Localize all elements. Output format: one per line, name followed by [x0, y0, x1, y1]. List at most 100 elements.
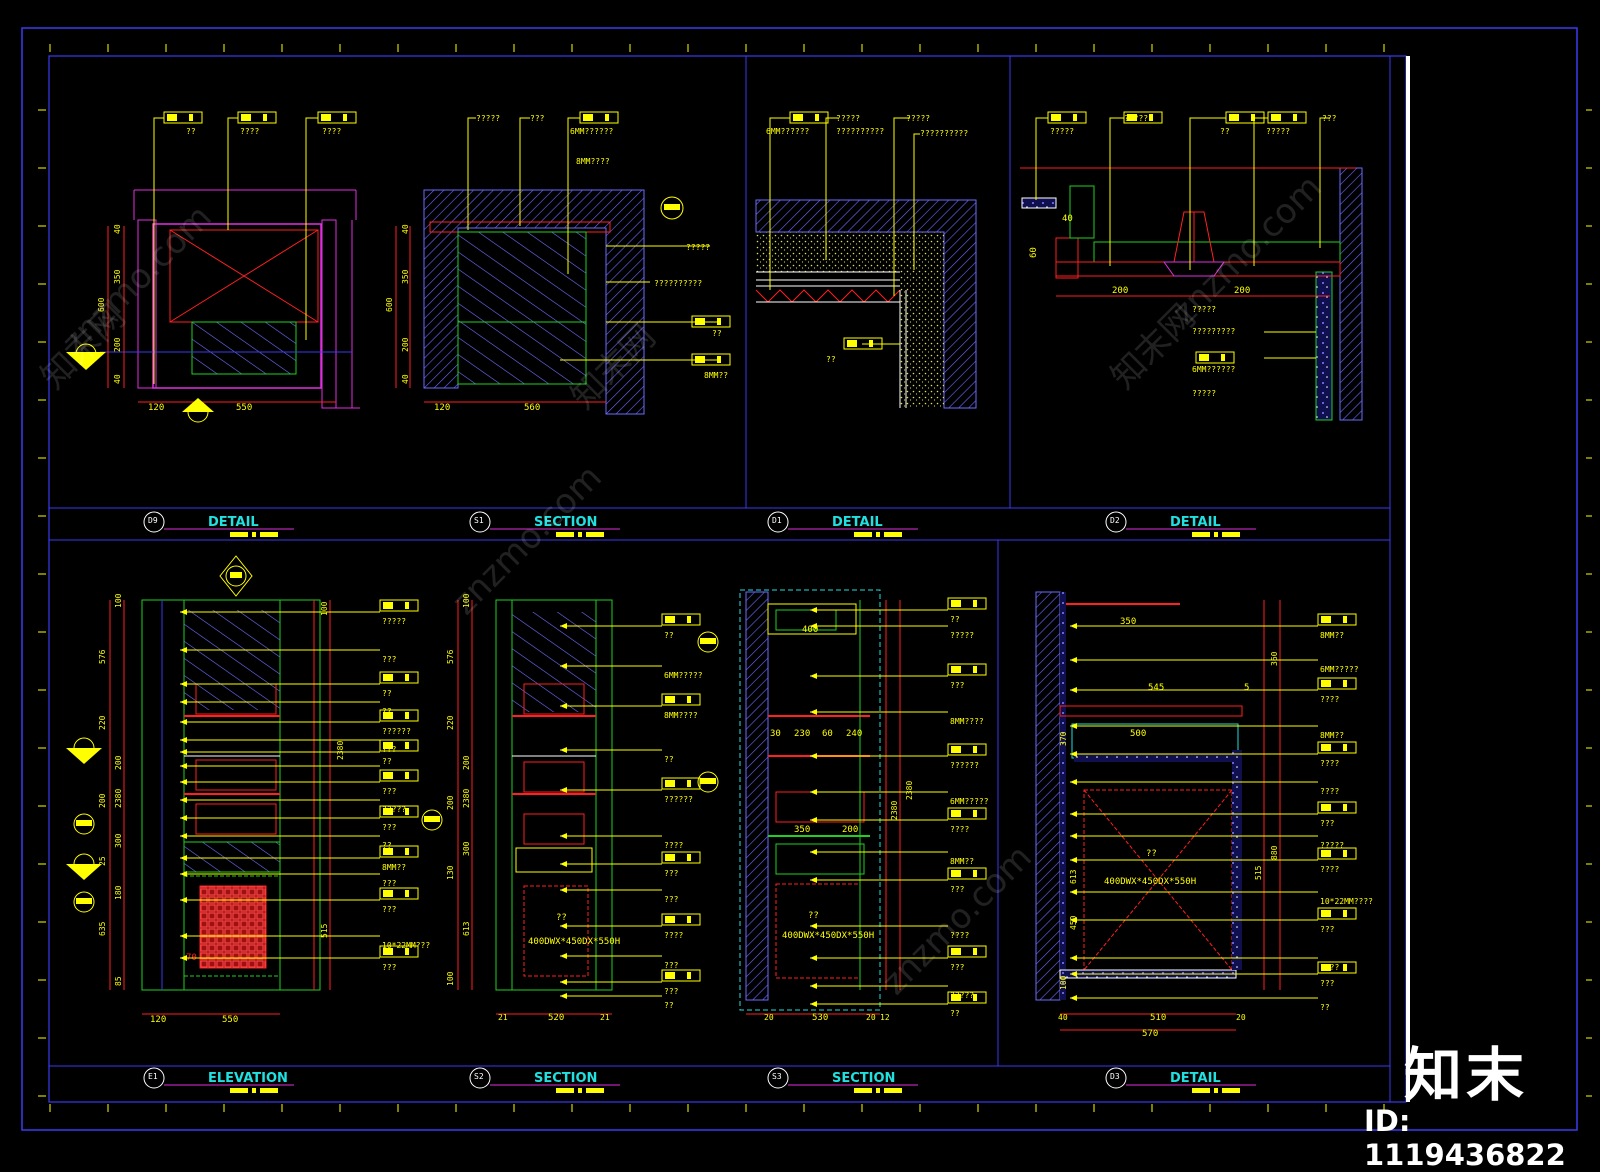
- s2-note-8: ????: [664, 931, 683, 940]
- d2-note-3: ?????: [1266, 127, 1290, 136]
- callout-tag-icon: [379, 887, 419, 900]
- dim-d9-l4: 40: [113, 374, 122, 384]
- dim-s2-left-5: 200: [446, 795, 455, 810]
- e1-note-1: ???: [382, 655, 397, 664]
- dim-d3-i1: 545: [1148, 683, 1164, 693]
- s2-equipment-label: 400DWX*450DX*550H: [528, 937, 620, 947]
- dim-e1-r0: 100: [320, 601, 329, 616]
- callout-tag-icon: [661, 969, 701, 982]
- panel-title: DETAIL: [832, 515, 883, 530]
- arrow-icon: [810, 789, 817, 795]
- d3-note-3: 8MM??: [1320, 731, 1344, 740]
- d3-note-9: 10*22MM????: [1320, 897, 1373, 906]
- panel-title: DETAIL: [1170, 1071, 1221, 1086]
- d1-note-3: ?????: [906, 114, 930, 123]
- s2-note-7: ???: [664, 895, 679, 904]
- d9-note-1: ????: [240, 127, 259, 136]
- cad-drawing-sheet: 120 550 40 350 600 200 40 ?? ???? ???? 1…: [21, 27, 1592, 1131]
- e1-note-2: ??: [382, 689, 392, 698]
- arrow-icon: [1070, 623, 1077, 629]
- panel-code: D9: [148, 516, 158, 525]
- e1-note-8: ???: [382, 787, 397, 796]
- dim-s1-l2: 600: [385, 297, 394, 312]
- d3-note-8: ????: [1320, 865, 1339, 874]
- dim-d9-l2: 600: [97, 297, 106, 312]
- s2-note-3: ??: [664, 755, 674, 764]
- arrow-icon: [560, 861, 567, 867]
- d3-note-1: 6MM?????: [1320, 665, 1359, 674]
- panel-title: SECTION: [534, 1071, 597, 1086]
- arrow-icon: [1070, 955, 1077, 961]
- section-marker-icon: [697, 631, 719, 793]
- detail-bubble-icon: [660, 196, 684, 220]
- arrow-icon: [1070, 833, 1077, 839]
- s1-note-2: 6MM??????: [570, 127, 614, 136]
- s2-note-11: ??: [664, 1001, 674, 1010]
- dim-s2-left-4: 200: [462, 755, 471, 770]
- section-s1: 120 560 40 350 600 200 40 ????? ??? 6MM?…: [385, 111, 731, 415]
- callout-tag-icon: [1317, 677, 1357, 690]
- arrow-icon: [810, 753, 817, 759]
- s3-fridge-note: ??: [808, 911, 819, 921]
- title-block-s1: S1 SECTION: [469, 511, 620, 537]
- panel-code: D2: [1110, 516, 1120, 525]
- right-strip: [1406, 56, 1410, 1102]
- image-id: ID: 1119436822: [1364, 1104, 1566, 1172]
- s3-note-9: ????: [950, 931, 969, 940]
- arrow-icon: [810, 709, 817, 715]
- title-block-d2: D2 DETAIL: [1105, 511, 1256, 537]
- arrow-icon: [810, 673, 817, 679]
- s3-note-7: 8MM??: [950, 857, 974, 866]
- arrow-icon: [560, 833, 567, 839]
- arrow-icon: [560, 747, 567, 753]
- d3-note-12: ???: [1320, 979, 1335, 988]
- title-block-e1: E1 ELEVATION: [143, 1067, 294, 1093]
- panel-code: D1: [772, 516, 782, 525]
- dim-d9-b0: 120: [148, 403, 164, 413]
- s2-note-6: ???: [664, 869, 679, 878]
- d1-note-0: 6MM??????: [766, 127, 810, 136]
- d2-note-6: ?????????: [1192, 327, 1236, 336]
- callout-tag-icon: [1047, 111, 1087, 124]
- d2-note-1: ??????: [1124, 114, 1153, 123]
- arrow-icon: [1070, 779, 1077, 785]
- dim-e1-left-1: 576: [98, 649, 107, 664]
- d3-note-6: ???: [1320, 819, 1335, 828]
- scale-bar: [556, 1088, 574, 1093]
- dim-d3-i7: 100: [1059, 975, 1068, 990]
- dim-s3-right-0: 2380: [890, 801, 899, 820]
- s3-dim-i6: 200: [842, 825, 858, 835]
- dim-e1-left-3: 220: [98, 715, 107, 730]
- dim-d3-i4: 370: [1059, 731, 1068, 746]
- dim-s2-left-7: 130: [446, 865, 455, 880]
- callout-tag-icon: [317, 111, 357, 124]
- s2-note-2: 8MM????: [664, 711, 698, 720]
- dim-e1-left-2: 2380: [114, 789, 123, 808]
- dim-e1-left-4: 200: [114, 755, 123, 770]
- s2-note-10: ???: [664, 987, 679, 996]
- dim-s2-left-8: 613: [462, 921, 471, 936]
- s2-fridge-note: ??: [556, 913, 567, 923]
- callout-tag-icon: [1317, 613, 1357, 626]
- e1-note-13: ???: [382, 879, 397, 888]
- dim-d3-i2: 5: [1244, 683, 1249, 693]
- panel-title: SECTION: [832, 1071, 895, 1086]
- callout-tag-icon: [947, 743, 987, 756]
- s3-note-0: ??: [950, 615, 960, 624]
- panel-code: S2: [474, 1072, 484, 1081]
- dim-s2-left-3: 220: [446, 715, 455, 730]
- dim-s3-b2: 20: [866, 1013, 876, 1022]
- s1-note-0: ?????: [476, 114, 500, 123]
- arrow-icon: [560, 993, 567, 999]
- arrow-icon: [810, 877, 817, 883]
- d3-note-7: ?????: [1320, 841, 1344, 850]
- s3-note-10: ???: [950, 963, 965, 972]
- dim-d2-b0: 200: [1112, 286, 1128, 296]
- dim-d2-t0: 40: [1062, 214, 1073, 224]
- scale-bar: [230, 532, 248, 537]
- arrow-icon: [560, 953, 567, 959]
- d3-note-4: ????: [1320, 759, 1339, 768]
- scale-bar: [1192, 1088, 1210, 1093]
- callout-tag-icon: [661, 613, 701, 626]
- dim-s2-b2: 21: [600, 1013, 610, 1022]
